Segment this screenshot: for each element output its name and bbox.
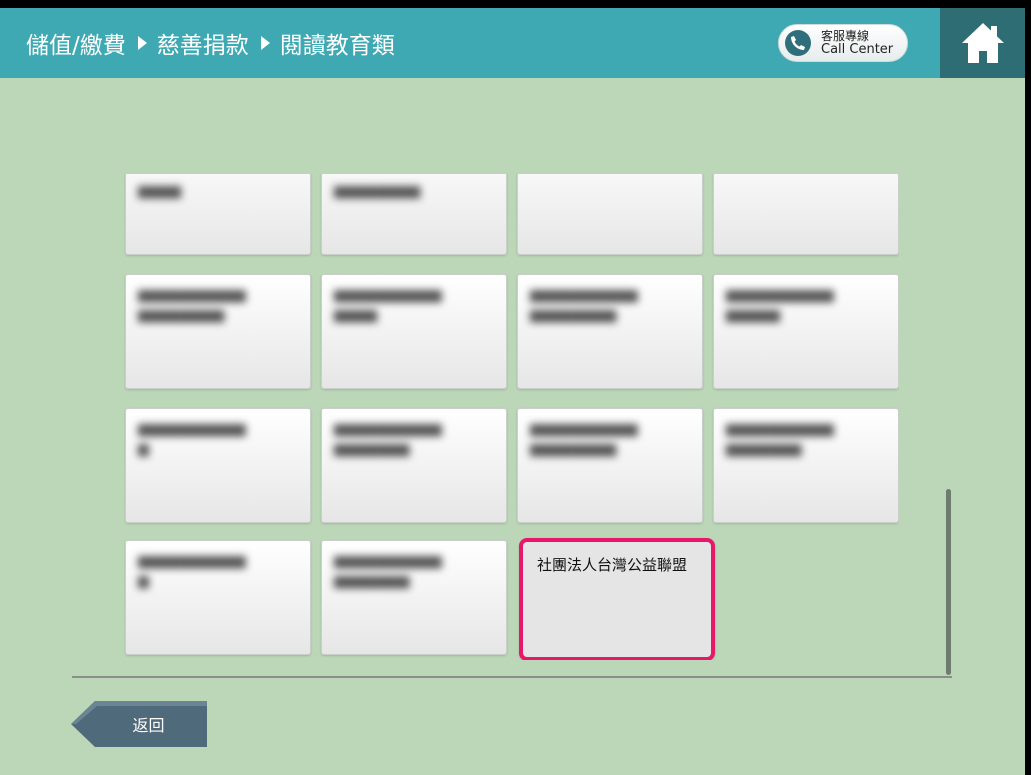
charity-tile[interactable]: ▆▆▆▆▆▆▆▆▆▆ ▆ — [125, 408, 311, 523]
footer-divider — [72, 676, 952, 678]
blurred-text: ▆▆▆▆▆▆▆▆▆▆ ▆▆▆▆▆ — [726, 287, 834, 323]
breadcrumb-arrow-icon — [260, 36, 270, 50]
charity-grid: ▆▆▆▆ ▆▆▆▆▆▆▆▆ ▆▆▆▆▆▆▆▆▆▆ ▆▆▆▆▆▆▆▆ ▆▆▆▆▆▆▆… — [124, 174, 899, 660]
blurred-text: ▆▆▆▆ — [138, 183, 182, 199]
breadcrumb-item-payment[interactable]: 儲值/繳費 — [26, 26, 126, 60]
charity-tile-selected[interactable]: 社團法人台灣公益聯盟 — [519, 538, 715, 660]
breadcrumb-arrow-icon — [137, 36, 147, 50]
back-button-label: 返回 — [132, 716, 165, 735]
blurred-text: ▆▆▆▆▆▆▆▆▆▆ ▆▆▆▆▆▆▆ — [726, 421, 834, 457]
blurred-text: ▆▆▆▆▆▆▆▆▆▆ ▆ — [138, 553, 246, 589]
window-right-border — [1025, 0, 1031, 775]
back-button[interactable]: 返回 — [71, 700, 208, 748]
charity-tile[interactable]: ▆▆▆▆▆▆▆▆▆▆ ▆▆▆▆▆▆▆▆ — [125, 274, 311, 389]
charity-tile[interactable]: ▆▆▆▆▆▆▆▆▆▆ ▆▆▆▆ — [321, 274, 507, 389]
blurred-text: ▆▆▆▆▆▆▆▆▆▆ ▆▆▆▆▆▆▆▆ — [530, 287, 638, 323]
home-icon — [961, 23, 1004, 63]
breadcrumb-item-category: 閱讀教育類 — [279, 33, 395, 59]
charity-tile-label: 社團法人台灣公益聯盟 — [537, 556, 688, 574]
call-center-button[interactable]: 客服專線 Call Center — [778, 24, 908, 62]
breadcrumb-item-donation[interactable]: 慈善捐款 — [157, 26, 249, 60]
phone-icon — [785, 30, 811, 56]
call-center-label-en: Call Center — [821, 42, 894, 57]
call-center-label-zh: 客服專線 — [821, 29, 870, 43]
charity-tile[interactable]: ▆▆▆▆▆▆▆▆▆▆ ▆▆▆▆▆▆▆ — [321, 408, 507, 523]
charity-tile[interactable]: ▆▆▆▆▆▆▆▆▆▆ ▆▆▆▆▆▆▆ — [713, 408, 899, 523]
charity-tile[interactable]: ▆▆▆▆▆▆▆▆▆▆ ▆ — [125, 540, 311, 655]
scrollbar-thumb[interactable] — [946, 489, 951, 675]
charity-tile[interactable] — [517, 174, 703, 255]
charity-tile[interactable]: ▆▆▆▆▆▆▆▆▆▆ ▆▆▆▆▆▆▆▆ — [517, 408, 703, 523]
charity-tile[interactable]: ▆▆▆▆ — [125, 174, 311, 255]
blurred-text: ▆▆▆▆▆▆▆▆▆▆ ▆▆▆▆▆▆▆▆ — [138, 287, 246, 323]
charity-tile[interactable]: ▆▆▆▆▆▆▆▆▆▆ ▆▆▆▆▆▆▆▆ — [517, 274, 703, 389]
blurred-text: ▆▆▆▆▆▆▆▆▆▆ ▆ — [138, 421, 246, 457]
blurred-text: ▆▆▆▆▆▆▆▆▆▆ ▆▆▆▆▆▆▆▆ — [530, 421, 638, 457]
home-button[interactable] — [940, 8, 1025, 78]
blurred-text: ▆▆▆▆▆▆▆▆▆▆ ▆▆▆▆▆▆▆ — [334, 553, 442, 589]
blurred-text: ▆▆▆▆▆▆▆▆ — [334, 183, 421, 199]
charity-tile[interactable] — [713, 174, 899, 255]
window-top-border — [0, 0, 1031, 8]
blurred-text: ▆▆▆▆▆▆▆▆▆▆ ▆▆▆▆▆▆▆ — [334, 421, 442, 457]
charity-tile[interactable]: ▆▆▆▆▆▆▆▆▆▆ ▆▆▆▆▆ — [713, 274, 899, 389]
blurred-text: ▆▆▆▆▆▆▆▆▆▆ ▆▆▆▆ — [334, 287, 442, 323]
charity-tile[interactable]: ▆▆▆▆▆▆▆▆ — [321, 174, 507, 255]
breadcrumb: 儲值/繳費 慈善捐款 閱讀教育類 — [26, 8, 395, 78]
charity-tile[interactable]: ▆▆▆▆▆▆▆▆▆▆ ▆▆▆▆▆▆▆ — [321, 540, 507, 655]
header-bar: 儲值/繳費 慈善捐款 閱讀教育類 客服專線 Call Center — [0, 8, 1025, 78]
